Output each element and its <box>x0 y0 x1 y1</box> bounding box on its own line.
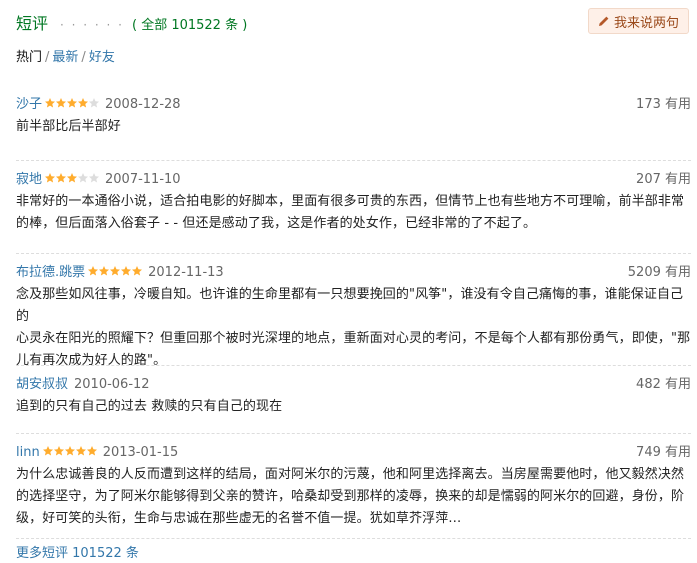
review-meta: 布拉德.跳票 2012-11-13 5209 有用 <box>16 262 691 284</box>
review-text-line: 心灵永在阳光的照耀下？但重回那个被时光深埋的地点，重新面对心灵的考问，不是每个人… <box>16 331 691 346</box>
review-text: 为什么忠诚善良的人反而遭到这样的结局，面对阿米尔的污蔑，他和阿里选择离去。当房屋… <box>16 464 691 530</box>
useful-votes[interactable]: 482 有用 <box>636 374 691 396</box>
total-count-link[interactable]: ( 全部 101522 条 ) <box>132 14 247 33</box>
review-text-line: 的选择坚守，为了阿米尔能够得到父亲的赞许，哈桑却受到那样的凌辱，换来的却是懦弱的… <box>16 489 685 504</box>
star-icon <box>86 446 97 456</box>
review-date: 2010-06-12 <box>74 377 150 392</box>
review-text: 非常好的一本通俗小说，适合拍电影的好脚本，里面有很多可贵的东西，但情节上也有些地… <box>16 191 691 235</box>
review-user-link[interactable]: linn <box>16 445 40 460</box>
filter-friends[interactable]: 好友 <box>89 50 115 65</box>
rating-stars <box>44 95 100 117</box>
review-user-link[interactable]: 胡安叔叔 <box>16 377 68 392</box>
rating-stars <box>42 443 97 465</box>
review-date: 2007-11-10 <box>105 172 181 187</box>
review-date: 2012-11-13 <box>148 265 224 280</box>
review-text-line: 非常好的一本通俗小说，适合拍电影的好脚本，里面有很多可贵的东西，但情节上也有些地… <box>16 194 685 209</box>
sort-filters: 热门 / 最新 / 好友 <box>16 46 115 65</box>
review-text-line: 念及那些如风往事，冷暖自知。也许谁的生命里都有一只想要挽回的"风筝"，谁没有令自… <box>16 287 684 324</box>
useful-votes[interactable]: 749 有用 <box>636 442 691 464</box>
filter-separator: / <box>45 50 50 65</box>
useful-votes[interactable]: 5209 有用 <box>628 262 691 284</box>
review-text: 追到的只有自己的过去 救赎的只有自己的现在 <box>16 396 691 418</box>
review-date: 2008-12-28 <box>105 97 181 112</box>
review-text: 念及那些如风往事，冷暖自知。也许谁的生命里都有一只想要挽回的"风筝"，谁没有令自… <box>16 284 691 372</box>
review-item: 寂地 2007-11-10 207 有用非常好的一本通俗小说，适合拍电影的好脚本，里… <box>16 160 691 235</box>
review-text-line: 追到的只有自己的过去 救赎的只有自己的现在 <box>16 399 283 414</box>
review-text-line: 级，好可笑的头衔，生命与忠诚在那些虚无的名誉不值一提。犹如草芥浮萍… <box>16 511 462 526</box>
divider <box>16 538 691 539</box>
more-comments-link[interactable]: 更多短评 101522 条 <box>16 542 139 561</box>
rating-stars <box>44 170 100 192</box>
review-meta: 胡安叔叔 2010-06-12 482 有用 <box>16 374 691 396</box>
review-item: linn 2013-01-15 749 有用为什么忠诚善良的人反而遭到这样的结局，面… <box>16 433 691 530</box>
useful-votes[interactable]: 173 有用 <box>636 94 691 116</box>
section-title: 短评 <box>16 14 49 33</box>
review-text-line: 为什么忠诚善良的人反而遭到这样的结局，面对阿米尔的污蔑，他和阿里选择离去。当房屋… <box>16 467 685 482</box>
write-comment-label: 我来说两句 <box>613 15 679 31</box>
review-item: 胡安叔叔 2010-06-12 482 有用追到的只有自己的过去 救赎的只有自己的现… <box>16 365 691 418</box>
rating-stars <box>87 263 143 285</box>
review-date: 2013-01-15 <box>102 445 179 460</box>
title-dots: · · · · · · <box>60 18 124 32</box>
pencil-icon <box>598 16 609 26</box>
star-icon <box>132 266 143 276</box>
review-user-link[interactable]: 寂地 <box>16 172 42 187</box>
more-comments[interactable]: 更多短评 101522 条 <box>16 541 139 561</box>
write-comment-button[interactable]: 我来说两句 <box>587 8 689 34</box>
review-meta: 寂地 2007-11-10 207 有用 <box>16 169 691 191</box>
review-meta: linn 2013-01-15 749 有用 <box>16 442 691 464</box>
comments-header: 短评 · · · · · · ( 全部 101522 条 ) <box>16 10 247 34</box>
review-user-link[interactable]: 布拉德.跳票 <box>16 265 85 280</box>
review-item: 沙子 2008-12-28 173 有用前半部比后半部好 <box>16 86 691 138</box>
useful-votes[interactable]: 207 有用 <box>636 169 691 191</box>
review-user-link[interactable]: 沙子 <box>16 97 42 112</box>
review-text: 前半部比后半部好 <box>16 116 691 138</box>
review-item: 布拉德.跳票 2012-11-13 5209 有用念及那些如风往事，冷暖自知。也许谁… <box>16 253 691 372</box>
filter-separator: / <box>81 50 86 65</box>
filter-latest[interactable]: 最新 <box>52 50 78 65</box>
review-meta: 沙子 2008-12-28 173 有用 <box>16 94 691 116</box>
filter-hot[interactable]: 热门 <box>16 50 42 65</box>
star-icon <box>89 173 100 183</box>
review-text-line: 的棒，但后面落入俗套子 - - 但还是感动了我，这是作者的处女作，已经非常的了不… <box>16 216 537 231</box>
star-icon <box>89 98 100 108</box>
review-text-line: 前半部比后半部好 <box>16 119 121 134</box>
